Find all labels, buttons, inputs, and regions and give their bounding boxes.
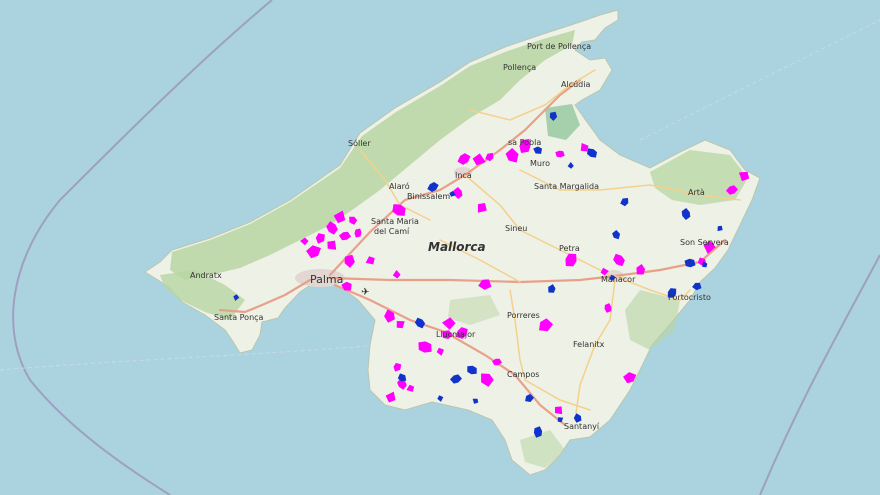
- airport-icon: ✈: [361, 287, 369, 298]
- island-label: Mallorca: [428, 240, 486, 254]
- place-label-sa-pobla: sa Pobla: [508, 138, 541, 147]
- place-label-alcudia: Alcúdia: [561, 80, 590, 89]
- magenta-marker[interactable]: [327, 240, 337, 250]
- place-label-alaro: Alaró: [389, 181, 410, 191]
- map[interactable]: ✈ Port de Pollença Pollença Alcúdia Sóll…: [0, 0, 880, 495]
- place-label-santa-ponca: Santa Ponça: [214, 313, 264, 322]
- place-label-del-cami: del Camí: [374, 227, 410, 236]
- place-label-port-de-pollenca: Port de Pollença: [527, 42, 591, 51]
- place-label-petra: Petra: [559, 244, 580, 253]
- place-label-binissalem: Binissalem: [407, 192, 450, 201]
- place-label-portocristo: Portocristo: [668, 293, 711, 302]
- place-label-santa-maria: Santa Maria: [371, 217, 419, 226]
- place-label-santanyi: Santanyí: [564, 422, 600, 431]
- place-label-soller: Sóller: [348, 138, 371, 148]
- place-label-sineu: Sineu: [505, 224, 527, 233]
- place-label-andratx: Andratx: [190, 271, 222, 280]
- place-label-santa-margalida: Santa Margalida: [534, 182, 599, 191]
- place-label-llucmajor: Llucmajor: [436, 330, 476, 339]
- place-label-muro: Muro: [530, 159, 550, 168]
- place-label-pollenca: Pollença: [503, 63, 536, 72]
- magenta-marker[interactable]: [555, 406, 563, 415]
- place-label-porreres: Porreres: [507, 311, 540, 320]
- place-label-inca: Inca: [455, 171, 472, 180]
- place-label-campos: Campos: [507, 370, 539, 379]
- place-label-manacor: Manacor: [601, 275, 636, 284]
- place-label-arta: Artà: [688, 188, 705, 197]
- place-label-son-servera: Son Servera: [680, 238, 729, 247]
- magenta-marker[interactable]: [354, 228, 362, 238]
- place-label-felanitx: Felanitx: [573, 340, 605, 349]
- place-label-palma: Palma: [310, 273, 343, 286]
